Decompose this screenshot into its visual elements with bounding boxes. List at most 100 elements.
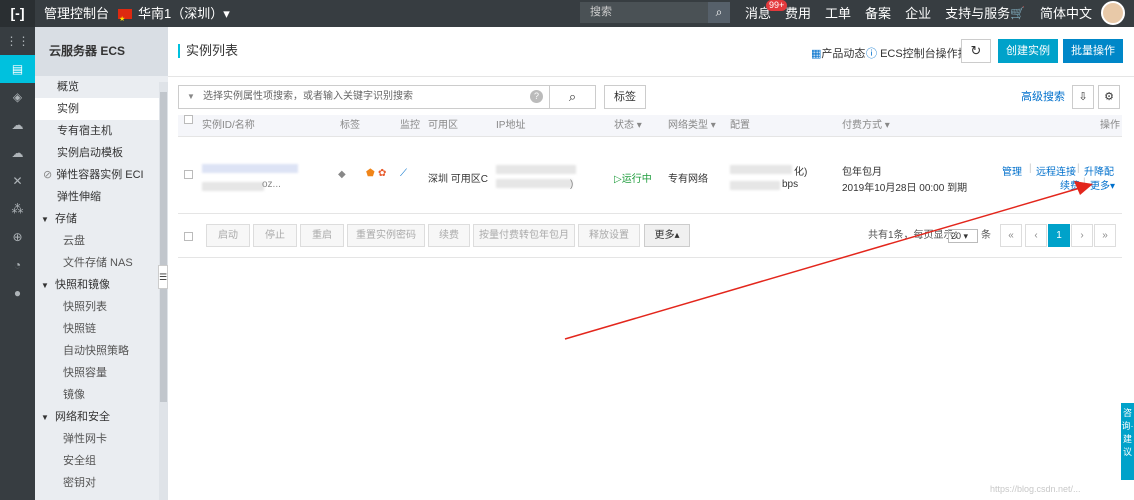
sidebar-item-disks[interactable]: 云盘 [35,230,168,252]
product-news-link[interactable]: ▦产品动态 [811,45,865,61]
separator: | [1029,163,1032,174]
nav-tickets[interactable]: 工单 [825,0,851,27]
first-page-button[interactable]: « [1000,224,1022,247]
sidebar-item-launch-template[interactable]: 实例启动模板 [35,142,168,164]
col-config: 配置 [730,120,750,131]
sidebar-item-auto-snapshot[interactable]: 自动快照策略 [35,340,168,362]
billing-type: 包年包月 [842,167,882,178]
restart-button[interactable]: 重启 [300,224,344,247]
sidebar-item-keypair[interactable]: 密钥对 [35,472,168,494]
console-link[interactable]: 管理控制台 [44,0,109,27]
page-size-select[interactable]: 20 ▾ [948,229,978,243]
nav-icp[interactable]: 备案 [865,0,891,27]
nav-billing[interactable]: 费用 [785,0,811,27]
cloud-icon[interactable]: ☁ [0,111,35,139]
sidebar-item-snapshot-chain[interactable]: 快照链 [35,318,168,340]
instance-search-input[interactable]: ▼ 选择实例属性项搜索，或者输入关键字识别搜索 ? [178,85,550,109]
col-billing[interactable]: 付费方式 ▾ [842,115,890,137]
scrollbar-thumb[interactable] [160,92,167,402]
sidebar-item-instances[interactable]: 实例 [35,98,168,120]
search-icon: ⌕ [568,89,577,104]
sidebar-item-dedicated-host[interactable]: 专有宿主机 [35,120,168,142]
renew-button[interactable]: 续费 [428,224,470,247]
advanced-search-link[interactable]: 高级搜索 [1021,85,1065,109]
region-selector[interactable]: 华南1（深圳）▾ [118,0,230,33]
server-icon[interactable]: ▤ [0,55,35,83]
page-title: 实例列表 [178,44,238,58]
instance-name-tail: oz... [262,179,281,190]
sidebar-item-autoscaling[interactable]: 弹性伸缩 [35,186,168,208]
tag-filter-button[interactable]: 标签 [604,85,646,109]
table-row: oz... ◆ ⬟ ✿ ⟋ 深圳 可用区C ) ▷运行中 专有网络 化) bps… [178,137,1122,214]
renew-link[interactable]: 续费 [1060,177,1080,192]
sidebar-item-eci[interactable]: ⊘ 弹性容器实例 ECI [35,164,168,186]
sidebar-item-snapshot-capacity[interactable]: 快照容量 [35,362,168,384]
search-placeholder: 选择实例属性项搜索，或者输入关键字识别搜索 [203,91,413,102]
globe-icon[interactable]: ⊕ [0,223,35,251]
gear-icon[interactable]: ⚙ [1098,85,1120,109]
create-instance-button[interactable]: 创建实例 [998,39,1058,63]
sidebar-group-network[interactable]: ▼ 网络和安全 [35,406,168,428]
nav-enterprise[interactable]: 企业 [905,0,931,27]
tag-icon[interactable]: ◆ [338,169,346,180]
resize-link[interactable]: 升降配 [1084,163,1114,178]
sidebar-item-snapshot-list[interactable]: 快照列表 [35,296,168,318]
avatar[interactable] [1101,1,1125,25]
sidebar-scrollbar[interactable] [159,82,168,500]
search-icon[interactable]: ⌕ [708,2,730,23]
more-actions-button[interactable]: 更多▴ [644,224,690,247]
page-1-button[interactable]: 1 [1048,224,1070,247]
sidebar-item-nas[interactable]: 文件存储 NAS [35,252,168,274]
release-settings-button[interactable]: 释放设置 [578,224,640,247]
help-icon[interactable]: ? [530,90,543,103]
sidebar-group-label: 存储 [55,213,77,225]
sidebar-collapse-handle[interactable]: ☰ [158,265,168,289]
sidebar-item-images[interactable]: 镜像 [35,384,168,406]
search-button[interactable]: ⌕ [550,85,596,109]
refresh-button[interactable]: ↻ [961,39,991,63]
more-link[interactable]: 更多▾ [1090,177,1115,192]
manage-link[interactable]: 管理 [1002,163,1022,178]
sidebar-item-security-group[interactable]: 安全组 [35,450,168,472]
language-selector[interactable]: 简体中文 [1040,0,1092,27]
database-icon[interactable]: ◈ [0,83,35,111]
cloud-upload-icon[interactable]: ☁ [0,139,35,167]
select-all-bottom-checkbox[interactable] [184,230,193,244]
nodes-icon[interactable]: ⁂ [0,195,35,223]
sidebar-group-snapshots[interactable]: ▼ 快照和镜像 [35,274,168,296]
stop-button[interactable]: 停止 [253,224,297,247]
aliyun-logo[interactable]: [-] [0,0,35,27]
cycle-icon[interactable]: ◔ [0,251,35,279]
start-button[interactable]: 启动 [206,224,250,247]
sidebar-item-overview[interactable]: 概览 [35,76,168,98]
filter-dropdown-icon[interactable]: ▼ [187,86,195,108]
export-icon[interactable]: ⇩ [1072,85,1094,109]
row-checkbox[interactable] [184,170,193,182]
sidebar-item-eni[interactable]: 弹性网卡 [35,428,168,450]
col-id: 实例ID/名称 [202,120,255,131]
convert-billing-button[interactable]: 按量付费转包年包月 [473,224,575,247]
global-search[interactable]: 搜索 ⌕ [580,2,730,23]
sidebar-item-eci-label: 弹性容器实例 ECI [56,169,144,181]
consult-feedback-tab[interactable]: 咨询·建议 [1121,403,1134,480]
sidebar-group-label: 网络和安全 [55,411,110,423]
circle-icon[interactable]: ● [0,279,35,307]
last-page-button[interactable]: » [1094,224,1116,247]
config-redacted-1 [730,165,792,174]
remote-connect-link[interactable]: 远程连接 [1036,163,1076,178]
cart-icon[interactable]: 🛒 [1010,0,1025,27]
prev-page-button[interactable]: ‹ [1025,224,1047,247]
col-network[interactable]: 网络类型 ▾ [668,115,716,137]
batch-operation-button[interactable]: 批量操作 [1063,39,1123,63]
status-badge: ▷运行中 [614,170,652,185]
nav-support[interactable]: 支持与服务 [945,0,1010,27]
next-page-button[interactable]: › [1071,224,1093,247]
col-status[interactable]: 状态 ▾ [614,115,642,137]
caret-down-icon: ▼ [41,281,49,290]
grid-icon[interactable]: ⋮⋮ [0,27,35,55]
sidebar-group-storage[interactable]: ▼ 存储 [35,208,168,230]
monitor-chart-icon[interactable]: ⟋ [400,168,407,179]
cross-icon[interactable]: ✕ [0,167,35,195]
reset-password-button[interactable]: 重置实例密码 [347,224,425,247]
help-circle-icon: ⓘ [866,48,881,60]
